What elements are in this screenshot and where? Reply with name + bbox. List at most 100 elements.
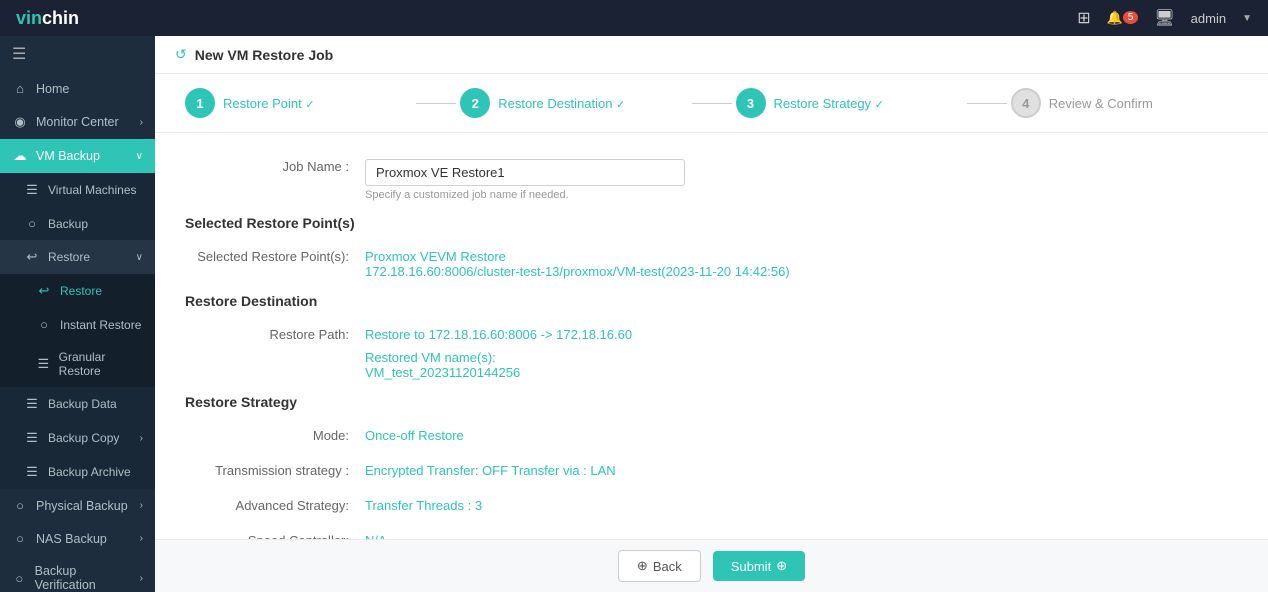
logo-vin: vin (16, 8, 42, 28)
sidebar-item-backup[interactable]: ○ Backup (0, 207, 155, 240)
restore-icon: ↩ (24, 249, 40, 265)
step-circle-2: 2 (460, 88, 490, 118)
sidebar-item-backup-copy[interactable]: ☰ Backup Copy › (0, 421, 155, 455)
wizard-step-1[interactable]: 1 Restore Point ✓ (185, 88, 412, 118)
advanced-value: Transfer Threads : 3 (365, 492, 1238, 513)
sidebar-item-physical-backup-label: Physical Backup (36, 499, 128, 513)
admin-label[interactable]: admin (1191, 11, 1226, 26)
selected-rp-value: Proxmox VEVM Restore 172.18.16.60:8006/c… (365, 243, 1238, 279)
refresh-icon: ↺ (175, 46, 187, 63)
sidebar-item-restore-sub[interactable]: ↩ Restore (0, 274, 155, 308)
content-area: ↺ New VM Restore Job 1 Restore Point ✓ 2… (155, 36, 1268, 592)
backup-archive-icon: ☰ (24, 464, 40, 480)
main-content: Job Name : Specify a customized job name… (155, 133, 1268, 539)
backup-copy-icon: ☰ (24, 430, 40, 446)
step-label-4: Review & Confirm (1049, 96, 1153, 111)
sidebar-item-backup-archive-label: Backup Archive (48, 465, 131, 479)
speed-value: N/A (365, 527, 1238, 539)
selected-rp-row: Selected Restore Point(s): Proxmox VEVM … (185, 243, 1238, 279)
speed-label: Speed Controller: (185, 527, 365, 539)
submit-label: Submit (731, 559, 771, 574)
wizard-steps: 1 Restore Point ✓ 2 Restore Destination … (155, 74, 1268, 133)
sidebar-item-nas-backup[interactable]: ○ NAS Backup › (0, 522, 155, 555)
sidebar-item-restore[interactable]: ↩ Restore ∨ (0, 240, 155, 274)
advanced-label: Advanced Strategy: (185, 492, 365, 513)
sidebar-item-granular-restore-label: Granular Restore (59, 350, 143, 378)
back-button[interactable]: ⊕ Back (618, 550, 701, 582)
backup-verification-arrow: › (140, 573, 143, 584)
grid-icon[interactable]: ⊞ (1077, 8, 1090, 28)
sidebar-item-backup-verification-label: Backup Verification (35, 564, 132, 592)
sidebar-item-backup-label: Backup (48, 217, 88, 231)
transmission-value: Encrypted Transfer: OFF Transfer via : L… (365, 457, 1238, 478)
sidebar-item-backup-verification[interactable]: ○ Backup Verification › (0, 555, 155, 592)
monitor-center-arrow: › (140, 117, 143, 128)
sidebar-item-virtual-machines-label: Virtual Machines (48, 183, 137, 197)
sidebar-toggle[interactable]: ☰ (0, 36, 155, 72)
sidebar-item-backup-copy-label: Backup Copy (48, 431, 119, 445)
wizard-step-2[interactable]: 2 Restore Destination ✓ (460, 88, 687, 118)
restore-path-row: Restore Path: Restore to 172.18.16.60:80… (185, 321, 1238, 380)
sidebar-item-granular-restore[interactable]: ☰ Granular Restore (0, 341, 155, 387)
restored-vm-label-line2: VM_test_20231120144256 (365, 365, 1238, 380)
sidebar: ☰ ⌂ Home ◉ Monitor Center › ☁ VM Backup … (0, 36, 155, 592)
sidebar-item-monitor-center[interactable]: ◉ Monitor Center › (0, 105, 155, 139)
back-circle-icon: ⊕ (637, 558, 648, 574)
restore-path-value: Restore to 172.18.16.60:8006 -> 172.18.1… (365, 321, 1238, 380)
sidebar-sub-vm-backup: ☰ Virtual Machines ○ Backup ↩ Restore ∨ … (0, 173, 155, 489)
mode-label: Mode: (185, 422, 365, 443)
step-divider-3 (967, 103, 1007, 104)
restore-path-value-text: Restore to 172.18.16.60:8006 -> 172.18.1… (365, 327, 1238, 342)
backup-verification-icon: ○ (12, 571, 27, 586)
step-divider-2 (692, 103, 732, 104)
sidebar-item-backup-data[interactable]: ☰ Backup Data (0, 387, 155, 421)
notification-icon[interactable]: 🔔5 (1107, 10, 1139, 26)
mode-value: Once-off Restore (365, 422, 1238, 443)
restore-sub-group: ↩ Restore ○ Instant Restore ☰ Granular R… (0, 274, 155, 387)
sidebar-item-virtual-machines[interactable]: ☰ Virtual Machines (0, 173, 155, 207)
monitor-center-icon: ◉ (12, 114, 28, 130)
vm-backup-icon: ☁ (12, 148, 28, 164)
job-name-hint: Specify a customized job name if needed. (365, 189, 1238, 201)
vm-backup-arrow: ∨ (136, 151, 143, 162)
notification-badge: 5 (1123, 11, 1139, 24)
sidebar-item-home[interactable]: ⌂ Home (0, 72, 155, 105)
nas-backup-arrow: › (140, 533, 143, 544)
submit-button[interactable]: Submit ⊕ (713, 551, 805, 581)
physical-backup-icon: ○ (12, 498, 28, 513)
sidebar-item-physical-backup[interactable]: ○ Physical Backup › (0, 489, 155, 522)
job-name-value: Specify a customized job name if needed. (365, 153, 1238, 201)
step-label-3: Restore Strategy ✓ (774, 96, 884, 111)
physical-backup-arrow: › (140, 500, 143, 511)
virtual-machines-icon: ☰ (24, 182, 40, 198)
step-divider-1 (416, 103, 456, 104)
sidebar-item-monitor-center-label: Monitor Center (36, 115, 119, 129)
advanced-row: Advanced Strategy: Transfer Threads : 3 (185, 492, 1238, 513)
monitor-icon[interactable]: 🖥 (1154, 8, 1174, 28)
nas-backup-icon: ○ (12, 531, 28, 546)
transmission-row: Transmission strategy : Encrypted Transf… (185, 457, 1238, 478)
job-name-input[interactable] (365, 159, 685, 186)
sidebar-item-backup-archive[interactable]: ☰ Backup Archive (0, 455, 155, 489)
restore-destination-section: Restore Destination (185, 293, 1238, 309)
logo: vinchin (16, 8, 79, 29)
wizard-step-3[interactable]: 3 Restore Strategy ✓ (736, 88, 963, 118)
logo-chin: chin (42, 8, 79, 28)
mode-row: Mode: Once-off Restore (185, 422, 1238, 443)
sidebar-item-restore-sub-label: Restore (60, 284, 102, 298)
sidebar-item-instant-restore[interactable]: ○ Instant Restore (0, 308, 155, 341)
selected-rp-value2: 172.18.16.60:8006/cluster-test-13/proxmo… (365, 264, 1238, 279)
restore-path-label: Restore Path: (185, 321, 365, 342)
wizard-step-4: 4 Review & Confirm (1011, 88, 1238, 118)
submit-icon: ⊕ (776, 558, 787, 574)
step-circle-4: 4 (1011, 88, 1041, 118)
back-label: Back (653, 559, 682, 574)
restored-vm-label-line1: Restored VM name(s): (365, 350, 1238, 365)
sidebar-item-vm-backup[interactable]: ☁ VM Backup ∨ (0, 139, 155, 173)
sidebar-item-instant-restore-label: Instant Restore (60, 318, 141, 332)
step-circle-3: 3 (736, 88, 766, 118)
step-label-1: Restore Point ✓ (223, 96, 315, 111)
page-title: New VM Restore Job (195, 47, 333, 63)
instant-restore-icon: ○ (36, 317, 52, 332)
page-footer: ⊕ Back Submit ⊕ (155, 539, 1268, 592)
